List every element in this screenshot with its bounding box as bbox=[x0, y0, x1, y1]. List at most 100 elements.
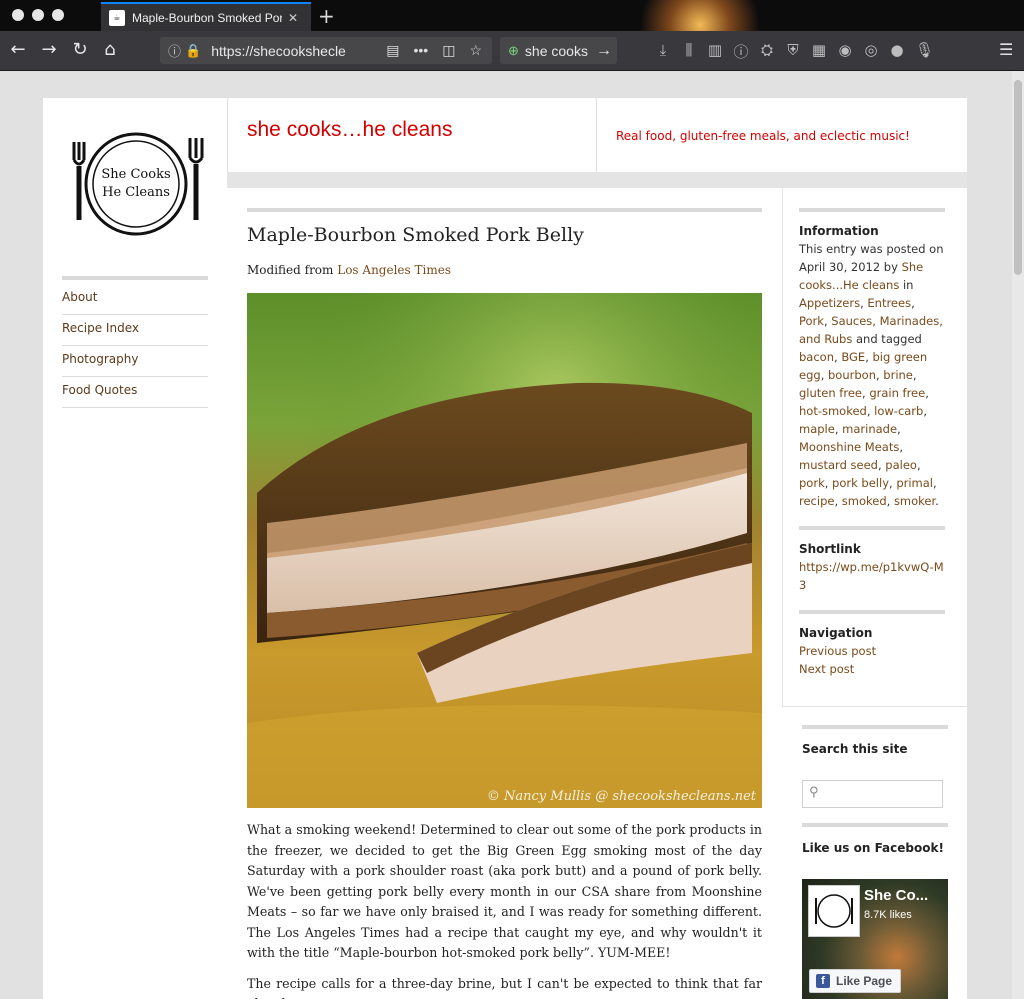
bookmark-star-icon[interactable]: ☆ bbox=[469, 42, 482, 59]
forward-icon[interactable]: → bbox=[37, 38, 61, 62]
mask-icon[interactable]: ● bbox=[889, 41, 905, 62]
tag-link[interactable]: Moonshine Meats bbox=[799, 440, 899, 454]
sidebar-icon[interactable]: ▥ bbox=[707, 41, 723, 62]
window-controls bbox=[12, 9, 64, 21]
site-logo[interactable]: She Cooks He Cleans bbox=[62, 120, 210, 248]
search-text[interactable]: she cooks bbox=[525, 43, 588, 59]
close-window-button[interactable] bbox=[12, 9, 24, 21]
previous-post-link[interactable]: Previous post bbox=[799, 644, 876, 658]
post-source: Modified from Los Angeles Times bbox=[247, 263, 451, 277]
eye-icon[interactable]: ◎ bbox=[863, 41, 879, 62]
facebook-heading: Like us on Facebook! bbox=[802, 841, 944, 855]
site-favicon-icon: ☕ bbox=[109, 9, 125, 26]
search-heading: Search this site bbox=[802, 742, 908, 756]
post-photo: © Nancy Mullis @ shecookshecleans.net bbox=[247, 293, 762, 808]
tag-link[interactable]: low-carb bbox=[874, 404, 923, 418]
tag-link[interactable]: smoked bbox=[842, 494, 887, 508]
nav-item-photography[interactable]: Photography bbox=[62, 346, 208, 377]
web-page: She Cooks He Cleans About Recipe Index P… bbox=[0, 71, 1024, 999]
widget-divider bbox=[802, 725, 948, 729]
post-meta-sidebar: Information This entry was posted on Apr… bbox=[799, 208, 945, 694]
logo-text-line2: He Cleans bbox=[102, 185, 170, 200]
library-icon[interactable]: ⫼ bbox=[681, 41, 697, 62]
hamburger-menu-icon[interactable]: ☰ bbox=[999, 40, 1013, 59]
browser-toolbar: ← → ↻ ⌂ ⓘ 🔒 https://shecookshecle ▤ ••• … bbox=[0, 31, 1024, 71]
post-body: What a smoking weekend! Determined to cl… bbox=[247, 820, 762, 999]
tag-link[interactable]: primal bbox=[896, 476, 933, 490]
site-title[interactable]: she cooks…he cleans bbox=[247, 118, 452, 142]
facebook-icon: f bbox=[816, 974, 830, 988]
close-tab-icon[interactable]: ✕ bbox=[288, 11, 298, 25]
search-icon: ⚲ bbox=[809, 785, 819, 800]
facebook-page-widget[interactable]: She Co... 8.7K likes f Like Page bbox=[802, 879, 948, 999]
back-icon[interactable]: ← bbox=[6, 38, 30, 62]
post-paragraph: The recipe calls for a three-day brine, … bbox=[247, 975, 762, 999]
sidebar-divider bbox=[782, 188, 783, 708]
nav-item-about[interactable]: About bbox=[62, 284, 208, 315]
tag-link[interactable]: recipe bbox=[799, 494, 834, 508]
info-heading: Information bbox=[799, 224, 879, 238]
info-block: Information This entry was posted on Apr… bbox=[799, 208, 945, 510]
widget-area: Search this site ⚲ Like us on Facebook! … bbox=[783, 706, 967, 999]
info-icon[interactable]: ⓘ bbox=[168, 41, 181, 60]
tag-link[interactable]: pork belly bbox=[832, 476, 889, 490]
tag-link[interactable]: paleo bbox=[885, 458, 917, 472]
facebook-like-button[interactable]: f Like Page bbox=[809, 969, 901, 993]
reader-view-icon[interactable]: ▤ bbox=[386, 42, 399, 59]
tag-link[interactable]: bourbon bbox=[828, 368, 876, 382]
home-icon[interactable]: ⌂ bbox=[98, 38, 122, 62]
category-link[interactable]: Pork bbox=[799, 314, 824, 328]
nav-item-food-quotes[interactable]: Food Quotes bbox=[62, 377, 208, 408]
tag-link[interactable]: mustard seed bbox=[799, 458, 878, 472]
tag-link[interactable]: maple bbox=[799, 422, 835, 436]
vpn-icon[interactable]: ⛭ bbox=[759, 41, 775, 62]
facebook-logo-thumbnail bbox=[815, 894, 853, 928]
ublock-icon[interactable]: ⛨ bbox=[785, 41, 801, 62]
next-post-link[interactable]: Next post bbox=[799, 662, 854, 676]
tag-link[interactable]: grain free bbox=[869, 386, 925, 400]
tag-link[interactable]: brine bbox=[883, 368, 913, 382]
category-link[interactable]: Entrees bbox=[867, 296, 911, 310]
microphone-icon[interactable]: 🎙 bbox=[915, 41, 934, 62]
nav-item-recipe-index[interactable]: Recipe Index bbox=[62, 315, 208, 346]
facebook-profile-image[interactable] bbox=[808, 885, 860, 937]
tag-link[interactable]: gluten free bbox=[799, 386, 862, 400]
shortlink[interactable]: https://wp.me/p1kvwQ-M3 bbox=[799, 560, 944, 592]
site-search-input[interactable]: ⚲ bbox=[802, 780, 943, 808]
page-actions-icon[interactable]: ••• bbox=[413, 42, 428, 59]
lock-icon[interactable]: 🔒 bbox=[185, 43, 201, 59]
tag-link[interactable]: marinade bbox=[842, 422, 897, 436]
facebook-likes: 8.7K likes bbox=[864, 909, 912, 921]
minimize-window-button[interactable] bbox=[32, 9, 44, 21]
reload-icon[interactable]: ↻ bbox=[68, 38, 92, 62]
search-engine-icon[interactable]: ⊕ bbox=[508, 43, 519, 59]
url-text[interactable]: https://shecookshecle bbox=[211, 43, 351, 59]
maximize-window-button[interactable] bbox=[52, 9, 64, 21]
content-divider bbox=[247, 208, 762, 212]
pocket-icon[interactable]: ◫ bbox=[442, 42, 455, 59]
tag-link[interactable]: hot-smoked bbox=[799, 404, 867, 418]
address-bar[interactable]: ⓘ 🔒 https://shecookshecle ▤ ••• ◫ ☆ bbox=[160, 37, 492, 64]
download-icon[interactable]: ⤓ bbox=[655, 41, 671, 62]
navigation-heading: Navigation bbox=[799, 626, 873, 640]
facebook-page-name[interactable]: She Co... bbox=[864, 887, 928, 904]
search-go-icon[interactable]: → bbox=[596, 42, 612, 60]
tag-link[interactable]: BGE bbox=[841, 350, 865, 364]
new-tab-button[interactable]: + bbox=[318, 4, 335, 28]
nav-divider bbox=[62, 276, 208, 280]
browser-tab[interactable]: ☕ Maple-Bourbon Smoked Pork B ✕ bbox=[101, 2, 311, 31]
tagged-text: and tagged bbox=[852, 332, 922, 346]
user-icon[interactable]: ◉ bbox=[837, 41, 853, 62]
modified-prefix: Modified from bbox=[247, 263, 338, 277]
source-link[interactable]: Los Angeles Times bbox=[337, 263, 451, 277]
info-circle-icon[interactable]: ⓘ bbox=[733, 41, 749, 62]
page-scrollbar-thumb[interactable] bbox=[1014, 80, 1022, 275]
navigation-block: Navigation Previous post Next post bbox=[799, 610, 945, 678]
tag-link[interactable]: smoker bbox=[894, 494, 935, 508]
tag-link[interactable]: pork bbox=[799, 476, 825, 490]
category-link[interactable]: Appetizers bbox=[799, 296, 860, 310]
grid-icon[interactable]: ▦ bbox=[811, 41, 827, 62]
tab-title: Maple-Bourbon Smoked Pork B bbox=[132, 10, 282, 25]
tag-link[interactable]: bacon bbox=[799, 350, 834, 364]
search-bar[interactable]: ⊕ she cooks → bbox=[500, 37, 617, 64]
